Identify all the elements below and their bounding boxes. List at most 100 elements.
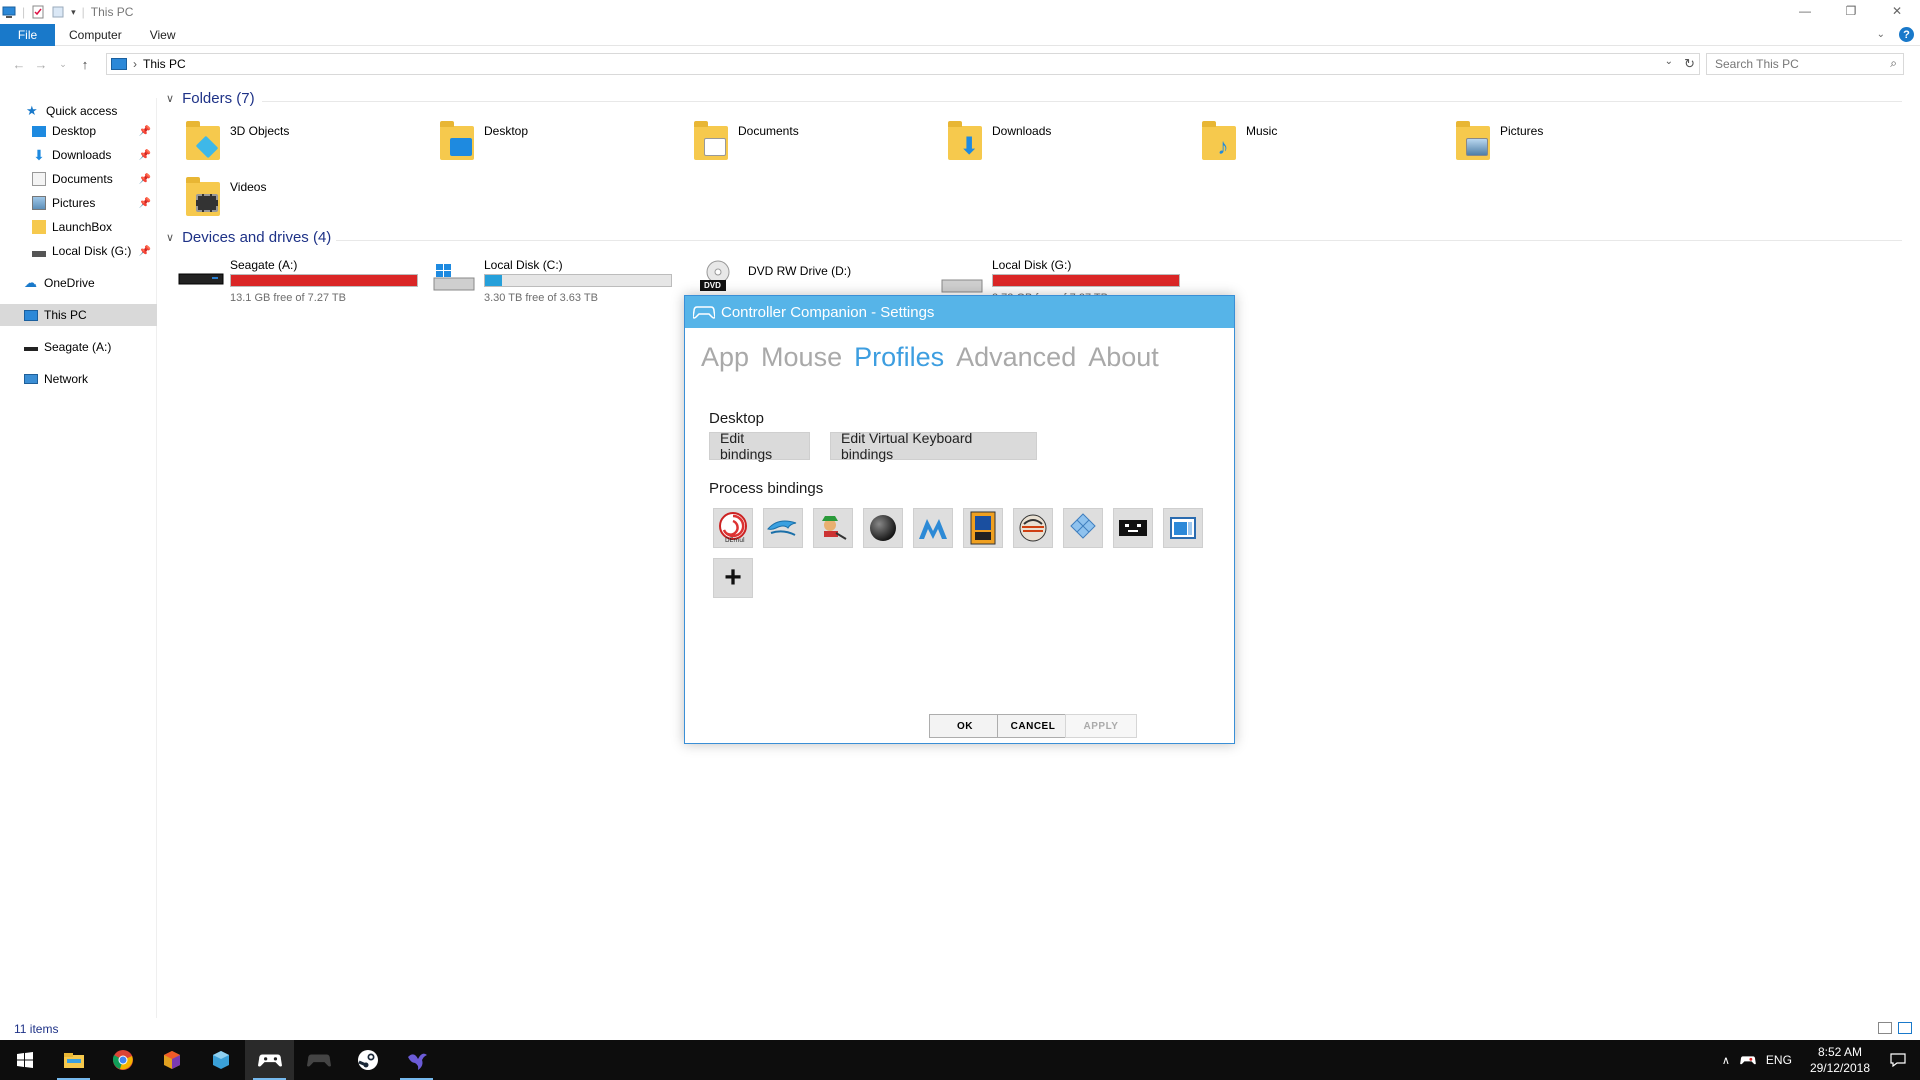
details-view-icon[interactable] — [1878, 1022, 1892, 1034]
chrome-icon[interactable] — [98, 1040, 147, 1080]
tab-advanced[interactable]: Advanced — [956, 342, 1076, 373]
group-title: Devices and drives (4) — [182, 229, 332, 246]
close-button[interactable]: ✕ — [1874, 0, 1920, 22]
back-arrow-icon[interactable]: ← — [8, 57, 30, 72]
new-folder-icon[interactable] — [51, 5, 65, 19]
breadcrumb-this-pc[interactable]: This PC — [143, 57, 186, 71]
drive-free-space: 3.30 TB free of 3.63 TB — [484, 292, 598, 304]
search-input[interactable]: Search This PC ⌕ — [1706, 53, 1904, 75]
recent-locations-icon[interactable]: ⌄ — [52, 59, 74, 70]
arcade-cabinet-icon[interactable] — [963, 508, 1003, 548]
forward-arrow-icon[interactable]: → — [30, 57, 52, 72]
folder-desktop[interactable]: Desktop — [438, 120, 678, 174]
folder-downloads[interactable]: ⬇ Downloads — [946, 120, 1186, 174]
mame-icon[interactable] — [813, 508, 853, 548]
box-app-icon[interactable] — [196, 1040, 245, 1080]
tab-profiles[interactable]: Profiles — [854, 342, 944, 373]
steam-icon[interactable] — [343, 1040, 392, 1080]
chevron-right-icon[interactable]: › — [133, 57, 137, 71]
drives-group-header[interactable]: ∨ Devices and drives (4) — [166, 229, 331, 246]
refresh-icon[interactable]: ↻ — [1684, 56, 1695, 72]
gamepad-icon[interactable] — [245, 1040, 294, 1080]
retroarch-icon[interactable] — [1013, 508, 1053, 548]
sidebar-item-launchbox[interactable]: LaunchBox — [0, 216, 157, 238]
cancel-button[interactable]: CANCEL — [997, 714, 1069, 738]
minimize-button[interactable]: — — [1782, 0, 1828, 22]
properties-icon[interactable] — [31, 5, 45, 19]
windows-drive-icon — [433, 264, 475, 291]
tab-computer[interactable]: Computer — [55, 28, 136, 42]
gamepad-tray-icon[interactable] — [1740, 1055, 1756, 1065]
tab-about[interactable]: About — [1088, 342, 1159, 373]
window-app-icon[interactable] — [1163, 508, 1203, 548]
sidebar-item-label: LaunchBox — [52, 220, 113, 234]
sidebar-item-this-pc[interactable]: This PC — [0, 304, 157, 326]
folder-documents[interactable]: Documents — [692, 120, 932, 174]
pin-icon[interactable]: 📌 — [139, 198, 151, 209]
file-explorer-icon[interactable] — [49, 1040, 98, 1080]
sidebar-item-desktop[interactable]: Desktop 📌 — [0, 120, 157, 142]
folder-name: Desktop — [484, 124, 529, 138]
tab-mouse[interactable]: Mouse — [761, 342, 842, 373]
edit-bindings-button[interactable]: Edit bindings — [709, 430, 810, 462]
music-folder-icon: ♪ — [1200, 120, 1236, 162]
chevron-down-icon[interactable]: ∨ — [166, 92, 174, 105]
help-icon[interactable]: ? — [1899, 27, 1914, 42]
large-icons-view-icon[interactable] — [1898, 1022, 1912, 1034]
sidebar-item-local-disk-g[interactable]: Local Disk (G:) 📌 — [0, 240, 157, 262]
controller-dark-icon[interactable] — [294, 1040, 343, 1080]
customize-qat-icon[interactable]: ▾ — [71, 7, 76, 18]
pin-icon[interactable]: 📌 — [139, 150, 151, 161]
folder-name: Downloads — [992, 124, 1052, 138]
folder-3d-objects[interactable]: 3D Objects — [184, 120, 424, 174]
edit-virtual-keyboard-bindings-button[interactable]: Edit Virtual Keyboard bindings — [830, 430, 1037, 462]
space-invader-icon[interactable] — [1113, 508, 1153, 548]
pin-icon[interactable]: 📌 — [139, 174, 151, 185]
black-sphere-icon[interactable] — [863, 508, 903, 548]
drive-seagate-a[interactable]: Seagate (A:) 13.1 GB free of 7.27 TB — [178, 258, 428, 304]
sidebar-item-documents[interactable]: Documents 📌 — [0, 168, 157, 190]
address-dropdown-icon[interactable]: ⌄ — [1665, 56, 1673, 67]
drive-name: Seagate (A:) — [230, 258, 298, 272]
notification-icon[interactable] — [1890, 1053, 1906, 1067]
downloads-folder-icon: ⬇ — [946, 120, 982, 162]
ppsspp-icon[interactable] — [1063, 508, 1103, 548]
cube-app-icon[interactable] — [147, 1040, 196, 1080]
language-indicator[interactable]: ENG — [1766, 1053, 1792, 1067]
sidebar-item-onedrive[interactable]: ☁ OneDrive — [0, 272, 157, 294]
sidebar-item-downloads[interactable]: ⬇ Downloads 📌 — [0, 144, 157, 166]
m-logo-icon[interactable] — [913, 508, 953, 548]
chevron-down-icon[interactable]: ∨ — [166, 231, 174, 244]
folder-music[interactable]: ♪ Music — [1200, 120, 1440, 174]
address-bar[interactable]: › This PC ⌄ ↻ — [106, 53, 1700, 75]
folders-group-header[interactable]: ∨ Folders (7) — [166, 90, 255, 107]
demul-icon[interactable]: DEmul — [713, 508, 753, 548]
chevron-up-icon[interactable]: ∧ — [1722, 1054, 1730, 1067]
sidebar-item-pictures[interactable]: Pictures 📌 — [0, 192, 157, 214]
tab-app[interactable]: App — [701, 342, 749, 373]
folder-pictures[interactable]: Pictures — [1454, 120, 1694, 174]
bird-app-icon[interactable] — [392, 1040, 441, 1080]
tab-view[interactable]: View — [136, 28, 190, 42]
add-process-binding-button[interactable]: + — [713, 558, 753, 598]
ok-button[interactable]: OK — [929, 714, 1001, 738]
group-title: Folders (7) — [182, 90, 255, 107]
pin-icon[interactable]: 📌 — [139, 126, 151, 137]
maximize-button[interactable]: ❐ — [1828, 0, 1874, 22]
folder-videos[interactable]: Videos — [184, 176, 424, 230]
clock[interactable]: 8:52 AM 29/12/2018 — [1810, 1044, 1870, 1076]
drive-local-c[interactable]: Local Disk (C:) 3.30 TB free of 3.63 TB — [432, 258, 682, 304]
separator: | — [22, 5, 26, 19]
tab-file[interactable]: File — [0, 23, 55, 46]
apply-button[interactable]: APPLY — [1065, 714, 1137, 738]
3d-objects-folder-icon — [184, 120, 220, 162]
sidebar-item-network[interactable]: Network — [0, 368, 157, 390]
expand-ribbon-icon[interactable]: ⌄ — [1877, 29, 1885, 40]
sidebar-item-quick-access[interactable]: ★ Quick access — [0, 100, 157, 122]
dolphin-icon[interactable] — [763, 508, 803, 548]
sidebar-item-seagate[interactable]: Seagate (A:) — [0, 336, 157, 358]
up-arrow-icon[interactable]: ↑ — [74, 57, 96, 72]
pin-icon[interactable]: 📌 — [139, 246, 151, 257]
windows-start-icon[interactable] — [0, 1040, 49, 1080]
folder-name: Pictures — [1500, 124, 1544, 138]
